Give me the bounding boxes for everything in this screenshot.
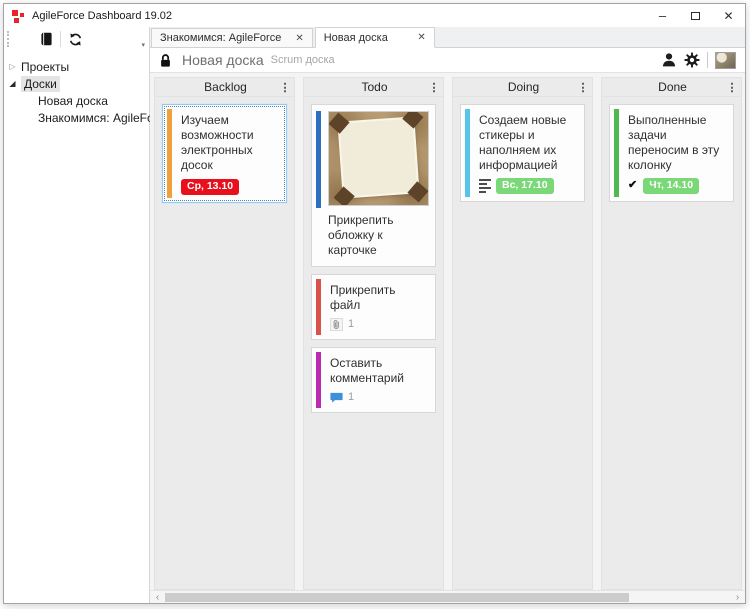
card-study-boards[interactable]: Изучаем возможности электронных досок Ср… [162,104,287,203]
photo-frame [340,119,418,197]
board-header: Новая доска Scrum доска [150,48,745,73]
due-date-badge: Ср, 13.10 [181,179,239,195]
card-attach-cover[interactable]: Прикрепить обложку к карточке [311,104,436,267]
board-title: Новая доска [182,52,264,68]
card-color-stripe [316,279,321,335]
column-header: Doing ⋮ [453,78,592,97]
column-title: Todo [321,80,428,94]
content-area: Знакомимся: AgileForce ✕ Новая доска ✕ Н… [150,27,745,603]
card-color-stripe [316,352,321,408]
card-title: Создаем новые стикеры и наполняем их инф… [479,113,576,173]
card-create-stickers[interactable]: Создаем новые стикеры и наполняем их инф… [460,104,585,202]
toolbar-separator [60,31,61,47]
maximize-button[interactable] [679,4,712,27]
squares-logo-icon [17,32,32,47]
tree-item-new-board[interactable]: Новая доска [4,92,149,109]
chevron-collapsed-icon[interactable]: ▷ [4,62,21,71]
due-date-badge: Чт, 14.10 [643,178,699,194]
toolbar-overflow-button[interactable]: ▾ [141,41,146,49]
refresh-icon [68,32,83,47]
checkmark-icon: ✔ [628,179,637,193]
app-window: AgileForce Dashboard 19.02 – ✕ [3,3,746,604]
column-title: Backlog [172,80,279,94]
app-logo-icon [12,9,26,23]
tab-label: Знакомимся: AgileForce [160,32,281,44]
settings-button[interactable] [684,52,700,68]
paperclip-icon [330,318,343,331]
tab-getting-started[interactable]: Знакомимся: AgileForce ✕ [151,28,313,47]
kanban-board: Backlog ⋮ Изучаем возможности электронны… [150,73,745,590]
agileforce-logo-button[interactable] [13,29,35,49]
tab-new-board[interactable]: Новая доска ✕ [315,27,435,48]
tree-item-getting-started[interactable]: Знакомимся: AgileForce [4,109,149,126]
scrollbar-thumb[interactable] [165,593,629,602]
column-header: Todo ⋮ [304,78,443,97]
horizontal-scrollbar[interactable]: ‹ › [150,590,745,603]
card-leave-comment[interactable]: Оставить комментарий 1 [311,347,436,413]
card-title: Оставить комментарий [330,356,427,386]
column-header: Done ⋮ [602,78,741,97]
card-cover-image [328,111,429,206]
tree-item-boards[interactable]: ◢ Доски [4,75,149,92]
close-button[interactable]: ✕ [712,4,745,27]
tab-close-icon[interactable]: ✕ [295,33,303,44]
members-button[interactable] [661,52,677,68]
attachment-count: 1 [348,318,354,332]
tree-item-label: Доски [21,76,60,92]
comment-icon [330,392,343,403]
board-background-thumbnail[interactable] [715,52,736,69]
sidebar: ▾ ▷ Проекты ◢ Доски Новая доска Знакомим… [4,27,150,603]
projects-book-button[interactable] [35,29,57,49]
tree-item-label: Проекты [21,60,69,74]
window-title: AgileForce Dashboard 19.02 [32,10,646,22]
due-date-badge: Вс, 17.10 [496,178,554,194]
boards-tree: ▷ Проекты ◢ Доски Новая доска Знакомимся… [4,51,149,126]
column-menu-icon[interactable]: ⋮ [279,81,291,94]
gear-icon [684,52,700,68]
comment-count: 1 [348,391,354,405]
chevron-expanded-icon[interactable]: ◢ [4,79,21,88]
tab-close-icon[interactable]: ✕ [417,32,425,43]
tree-item-projects[interactable]: ▷ Проекты [4,58,149,75]
tree-item-label: Новая доска [38,94,108,108]
column-title: Done [619,80,726,94]
description-icon [479,179,491,193]
card-color-stripe [614,109,619,197]
card-attach-file[interactable]: Прикрепить файл 1 [311,274,436,340]
column-title: Doing [470,80,577,94]
maximize-icon [691,12,700,20]
card-title: Прикрепить файл [330,283,427,313]
titlebar: AgileForce Dashboard 19.02 – ✕ [4,4,745,27]
board-column-todo: Todo ⋮ Прикрепить обло [303,77,444,590]
lock-icon [159,53,172,68]
column-menu-icon[interactable]: ⋮ [577,81,589,94]
scroll-left-icon[interactable]: ‹ [150,592,165,603]
minimize-button[interactable]: – [646,4,679,27]
toolbar-grip[interactable] [7,31,9,47]
column-menu-icon[interactable]: ⋮ [726,81,738,94]
book-icon [39,31,54,47]
card-done-tasks[interactable]: Выполненные задачи переносим в эту колон… [609,104,734,202]
card-color-stripe [316,111,321,208]
card-title: Прикрепить обложку к карточке [328,213,429,258]
board-column-doing: Doing ⋮ Создаем новые стикеры и наполняе… [452,77,593,590]
board-subtitle: Scrum доска [271,54,335,66]
refresh-button[interactable] [64,29,86,49]
scroll-right-icon[interactable]: › [730,592,745,603]
card-title: Изучаем возможности электронных досок [181,113,278,173]
tab-label: Новая доска [324,32,388,44]
board-column-backlog: Backlog ⋮ Изучаем возможности электронны… [154,77,295,590]
tab-bar: Знакомимся: AgileForce ✕ Новая доска ✕ [150,27,745,48]
card-color-stripe [465,109,470,197]
header-separator [707,52,708,68]
board-column-done: Done ⋮ Выполненные задачи переносим в эт… [601,77,742,590]
column-header: Backlog ⋮ [155,78,294,97]
person-icon [661,52,677,68]
column-menu-icon[interactable]: ⋮ [428,81,440,94]
card-color-stripe [167,109,172,198]
card-title: Выполненные задачи переносим в эту колон… [628,113,725,173]
sidebar-toolbar: ▾ [4,27,149,51]
